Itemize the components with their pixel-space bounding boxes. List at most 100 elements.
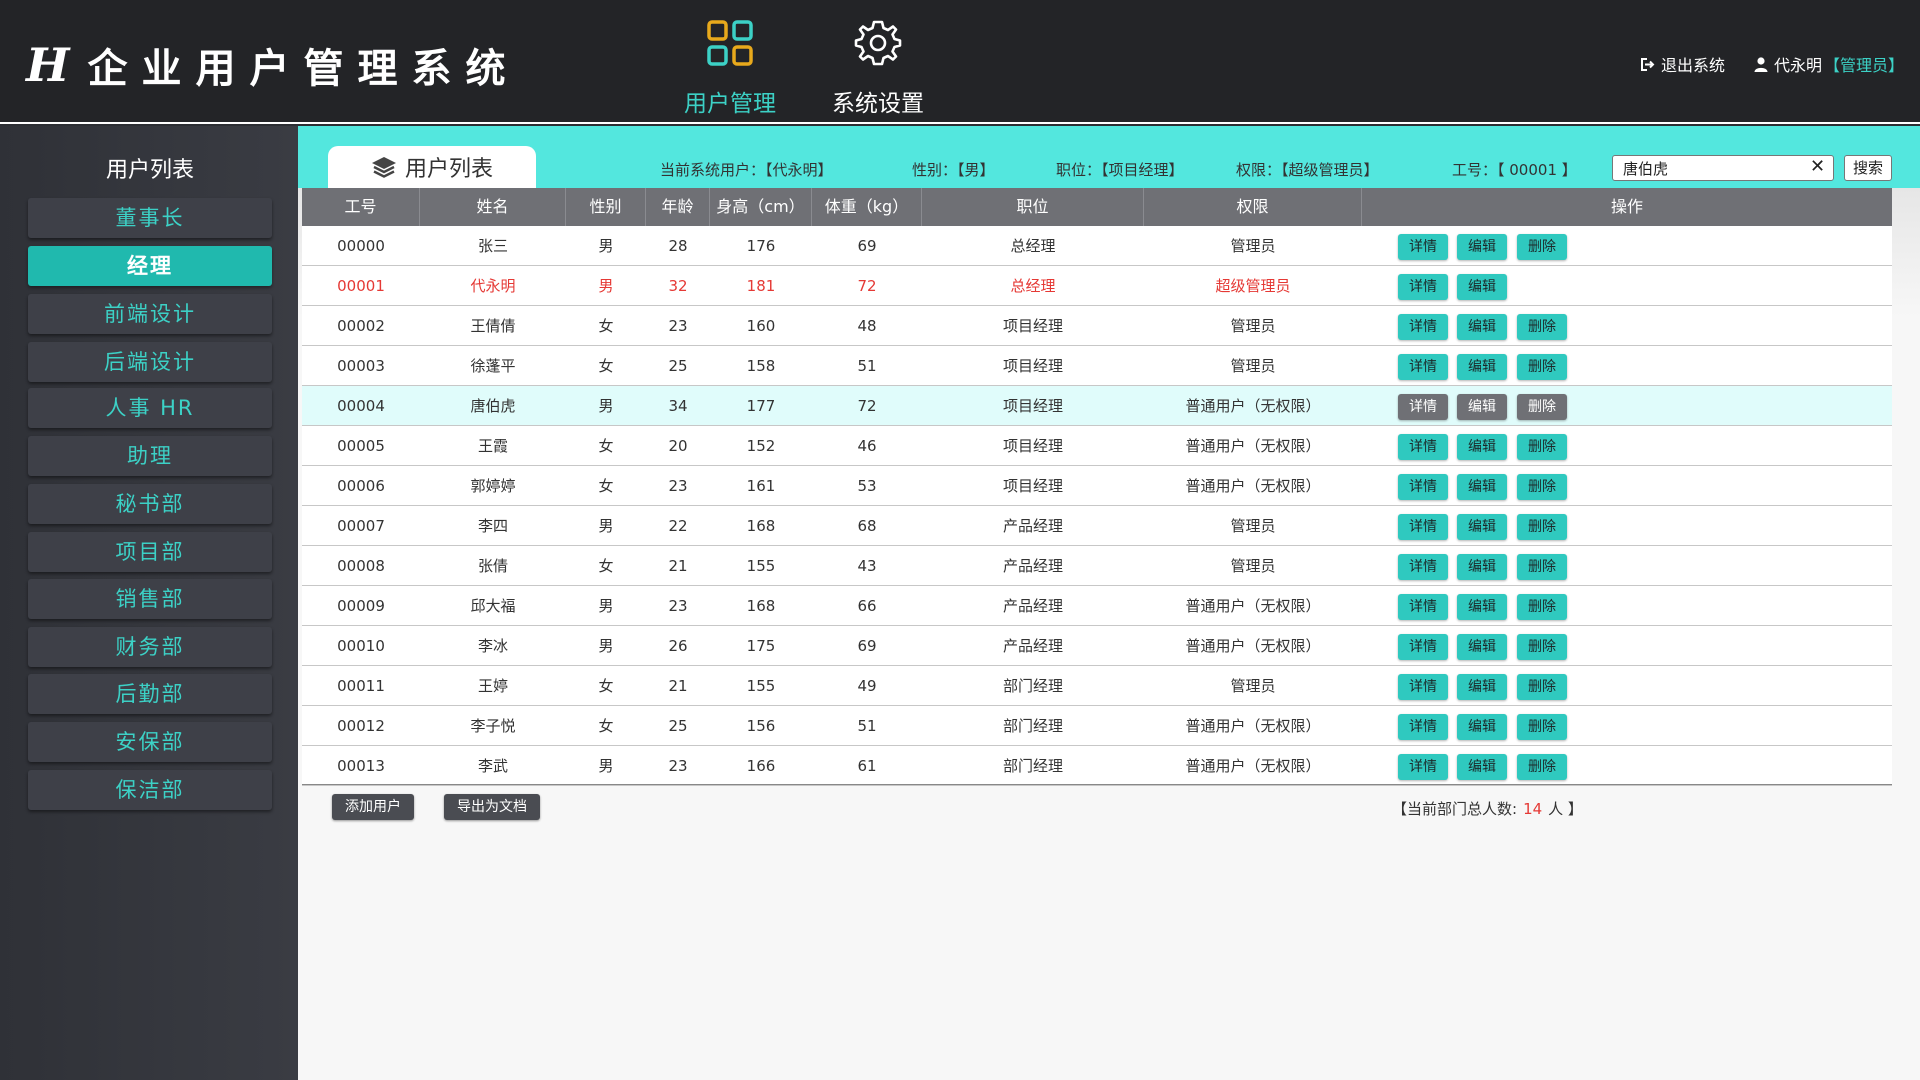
table-row[interactable]: 00000 张三 男 28 176 69 总经理 管理员 详情 编辑 删除 bbox=[302, 226, 1892, 266]
sidebar-item-frontend-design[interactable]: 前端设计 bbox=[28, 294, 272, 334]
table-row[interactable]: 00010 李冰 男 26 175 69 产品经理 普通用户（无权限） 详情 编辑 删除 bbox=[302, 626, 1892, 666]
edit-button[interactable]: 编辑 bbox=[1457, 674, 1507, 700]
sidebar-item-finance[interactable]: 财务部 bbox=[28, 627, 272, 667]
edit-button[interactable]: 编辑 bbox=[1457, 234, 1507, 260]
detail-button[interactable]: 详情 bbox=[1398, 474, 1448, 500]
cell-height: 168 bbox=[746, 517, 776, 535]
cell-id: 00000 bbox=[337, 237, 385, 255]
detail-button[interactable]: 详情 bbox=[1398, 434, 1448, 460]
table-row[interactable]: 00003 徐蓬平 女 25 158 51 项目经理 管理员 详情 编辑 删除 bbox=[302, 346, 1892, 386]
sidebar-item-assistant[interactable]: 助理 bbox=[28, 436, 272, 476]
edit-button[interactable]: 编辑 bbox=[1457, 714, 1507, 740]
table-row[interactable]: 00011 王婷 女 21 155 49 部门经理 管理员 详情 编辑 删除 bbox=[302, 666, 1892, 706]
detail-button[interactable]: 详情 bbox=[1398, 714, 1448, 740]
sidebar-item-manager[interactable]: 经理 bbox=[28, 246, 272, 286]
detail-button[interactable]: 详情 bbox=[1398, 394, 1448, 420]
edit-button[interactable]: 编辑 bbox=[1457, 314, 1507, 340]
detail-button[interactable]: 详情 bbox=[1398, 554, 1448, 580]
edit-button[interactable]: 编辑 bbox=[1457, 394, 1507, 420]
table-row[interactable]: 00006 郭婷婷 女 23 161 53 项目经理 普通用户（无权限） 详情 编辑 删除 bbox=[302, 466, 1892, 506]
cell-gender: 男 bbox=[598, 517, 614, 535]
table-row[interactable]: 00005 王霞 女 20 152 46 项目经理 普通用户（无权限） 详情 编辑 删除 bbox=[302, 426, 1892, 466]
delete-button[interactable]: 删除 bbox=[1517, 314, 1567, 340]
detail-button[interactable]: 详情 bbox=[1398, 314, 1448, 340]
cell-weight: 48 bbox=[857, 317, 877, 335]
cell-height: 152 bbox=[746, 437, 776, 455]
detail-button[interactable]: 详情 bbox=[1398, 234, 1448, 260]
detail-button[interactable]: 详情 bbox=[1398, 754, 1448, 780]
edit-button[interactable]: 编辑 bbox=[1457, 754, 1507, 780]
table-row[interactable]: 00009 邱大福 男 23 168 66 产品经理 普通用户（无权限） 详情 编辑 删除 bbox=[302, 586, 1892, 626]
delete-button[interactable]: 删除 bbox=[1517, 394, 1567, 420]
table-row[interactable]: 00004 唐伯虎 男 34 177 72 项目经理 普通用户（无权限） 详情 编辑 删除 bbox=[302, 386, 1892, 426]
detail-button[interactable]: 详情 bbox=[1398, 674, 1448, 700]
delete-button[interactable]: 删除 bbox=[1517, 674, 1567, 700]
sidebar-item-security[interactable]: 安保部 bbox=[28, 722, 272, 762]
delete-button[interactable]: 删除 bbox=[1517, 634, 1567, 660]
delete-button[interactable]: 删除 bbox=[1517, 234, 1567, 260]
delete-button[interactable]: 删除 bbox=[1517, 554, 1567, 580]
cell-weight: 72 bbox=[857, 277, 877, 295]
sidebar-item-sales[interactable]: 销售部 bbox=[28, 579, 272, 619]
edit-button[interactable]: 编辑 bbox=[1457, 514, 1507, 540]
edit-button[interactable]: 编辑 bbox=[1457, 554, 1507, 580]
delete-button[interactable]: 删除 bbox=[1517, 714, 1567, 740]
user-icon bbox=[1754, 56, 1768, 72]
edit-button[interactable]: 编辑 bbox=[1457, 474, 1507, 500]
edit-button[interactable]: 编辑 bbox=[1457, 274, 1507, 300]
logout-button[interactable]: 退出系统 bbox=[1640, 52, 1725, 76]
cell-weight: 53 bbox=[857, 477, 877, 495]
cell-weight: 69 bbox=[857, 237, 877, 255]
app-header: H 企业用户管理系统 用户管理 系统设置 退出系统 代永明 【管理员】 bbox=[0, 0, 1920, 124]
column-header-name: 姓名 bbox=[420, 188, 566, 226]
detail-button[interactable]: 详情 bbox=[1398, 514, 1448, 540]
add-user-button[interactable]: 添加用户 bbox=[332, 794, 414, 820]
sidebar-item-chairman[interactable]: 董事长 bbox=[28, 198, 272, 238]
tab-user-list[interactable]: 用户列表 bbox=[328, 146, 536, 188]
cell-age: 23 bbox=[668, 597, 688, 615]
delete-button[interactable]: 删除 bbox=[1517, 514, 1567, 540]
edit-button[interactable]: 编辑 bbox=[1457, 634, 1507, 660]
nav-user-management[interactable]: 用户管理 bbox=[680, 18, 780, 118]
search-button[interactable]: 搜索 bbox=[1844, 155, 1892, 181]
cell-position: 项目经理 bbox=[1002, 397, 1063, 415]
edit-button[interactable]: 编辑 bbox=[1457, 434, 1507, 460]
department-count: 【当前部门总人数: 14 人 】 bbox=[1392, 798, 1583, 819]
edit-button[interactable]: 编辑 bbox=[1457, 594, 1507, 620]
table-row[interactable]: 00001 代永明 男 32 181 72 总经理 超级管理员 详情 编辑 bbox=[302, 266, 1892, 306]
table-row[interactable]: 00012 李子悦 女 25 156 51 部门经理 普通用户（无权限） 详情 编辑 删除 bbox=[302, 706, 1892, 746]
delete-button[interactable]: 删除 bbox=[1517, 354, 1567, 380]
column-header-height: 身高（cm） bbox=[710, 188, 812, 226]
cell-name: 李武 bbox=[477, 757, 508, 775]
cell-gender: 女 bbox=[598, 557, 614, 575]
table-row[interactable]: 00008 张倩 女 21 155 43 产品经理 管理员 详情 编辑 删除 bbox=[302, 546, 1892, 586]
delete-button[interactable]: 删除 bbox=[1517, 474, 1567, 500]
detail-button[interactable]: 详情 bbox=[1398, 594, 1448, 620]
table-row[interactable]: 00013 李武 男 23 166 61 部门经理 普通用户（无权限） 详情 编辑 删除 bbox=[302, 746, 1892, 786]
delete-button[interactable]: 删除 bbox=[1517, 754, 1567, 780]
delete-button[interactable]: 删除 bbox=[1517, 434, 1567, 460]
cell-position: 部门经理 bbox=[1002, 757, 1063, 775]
sidebar-item-secretariat[interactable]: 秘书部 bbox=[28, 484, 272, 524]
detail-button[interactable]: 详情 bbox=[1398, 634, 1448, 660]
nav-system-settings[interactable]: 系统设置 bbox=[826, 18, 930, 118]
clear-search-icon[interactable]: ✕ bbox=[1810, 156, 1825, 177]
cell-weight: 61 bbox=[857, 757, 877, 775]
sidebar-item-project[interactable]: 项目部 bbox=[28, 532, 272, 572]
sidebar-item-cleaning[interactable]: 保洁部 bbox=[28, 770, 272, 810]
sidebar-item-logistics[interactable]: 后勤部 bbox=[28, 674, 272, 714]
column-header-position: 职位 bbox=[922, 188, 1144, 226]
search-input[interactable] bbox=[1612, 155, 1834, 181]
cell-id: 00005 bbox=[337, 437, 385, 455]
sidebar-item-hr[interactable]: 人事 HR bbox=[28, 388, 272, 428]
edit-button[interactable]: 编辑 bbox=[1457, 354, 1507, 380]
table-row[interactable]: 00007 李四 男 22 168 68 产品经理 管理员 详情 编辑 删除 bbox=[302, 506, 1892, 546]
table-row[interactable]: 00002 王倩倩 女 23 160 48 项目经理 管理员 详情 编辑 删除 bbox=[302, 306, 1892, 346]
detail-button[interactable]: 详情 bbox=[1398, 274, 1448, 300]
detail-button[interactable]: 详情 bbox=[1398, 354, 1448, 380]
export-document-button[interactable]: 导出为文档 bbox=[444, 794, 540, 820]
delete-button[interactable]: 删除 bbox=[1517, 594, 1567, 620]
cell-name: 李子悦 bbox=[470, 717, 516, 735]
sidebar-item-backend-design[interactable]: 后端设计 bbox=[28, 342, 272, 382]
cell-weight: 68 bbox=[857, 517, 877, 535]
